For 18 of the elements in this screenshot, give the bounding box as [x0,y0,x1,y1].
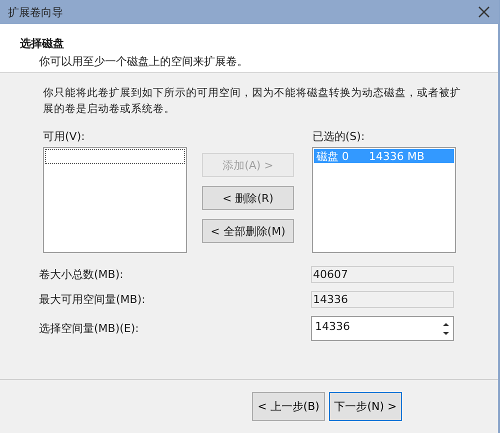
list-label: 已选的(S): [312,129,366,145]
readonly-field: 14336 [311,291,454,308]
number-field[interactable]: 14336 [311,316,454,341]
field-label: 卷大小总数(MB): [39,267,124,282]
available-list[interactable] [43,147,187,253]
back-button[interactable]: < 上一步(B) [252,392,325,421]
window-title: 扩展卷向导 [8,4,63,20]
field-label: 最大可用空间量(MB): [39,292,146,307]
list-label: 可用(V): [43,129,86,145]
field-label: 选择空间量(MB)(E): [39,321,139,336]
page-description: 你可以用至少一个磁盘上的空间来扩展卷。 [38,54,249,69]
next-button[interactable]: 下一步(N) > [329,392,402,421]
list-button[interactable]: < 全部删除(M) [202,219,294,243]
readonly-field: 40607 [311,266,454,283]
close-icon[interactable] [478,6,490,18]
info-text: 你只能将此卷扩展到如下所示的可用空间，因为不能将磁盘转换为动态磁盘，或者被扩展的卷是启动卷或系统卷。 [43,86,462,117]
page-heading: 选择磁盘 [20,36,65,51]
list-button[interactable]: < 删除(R) [202,186,294,210]
